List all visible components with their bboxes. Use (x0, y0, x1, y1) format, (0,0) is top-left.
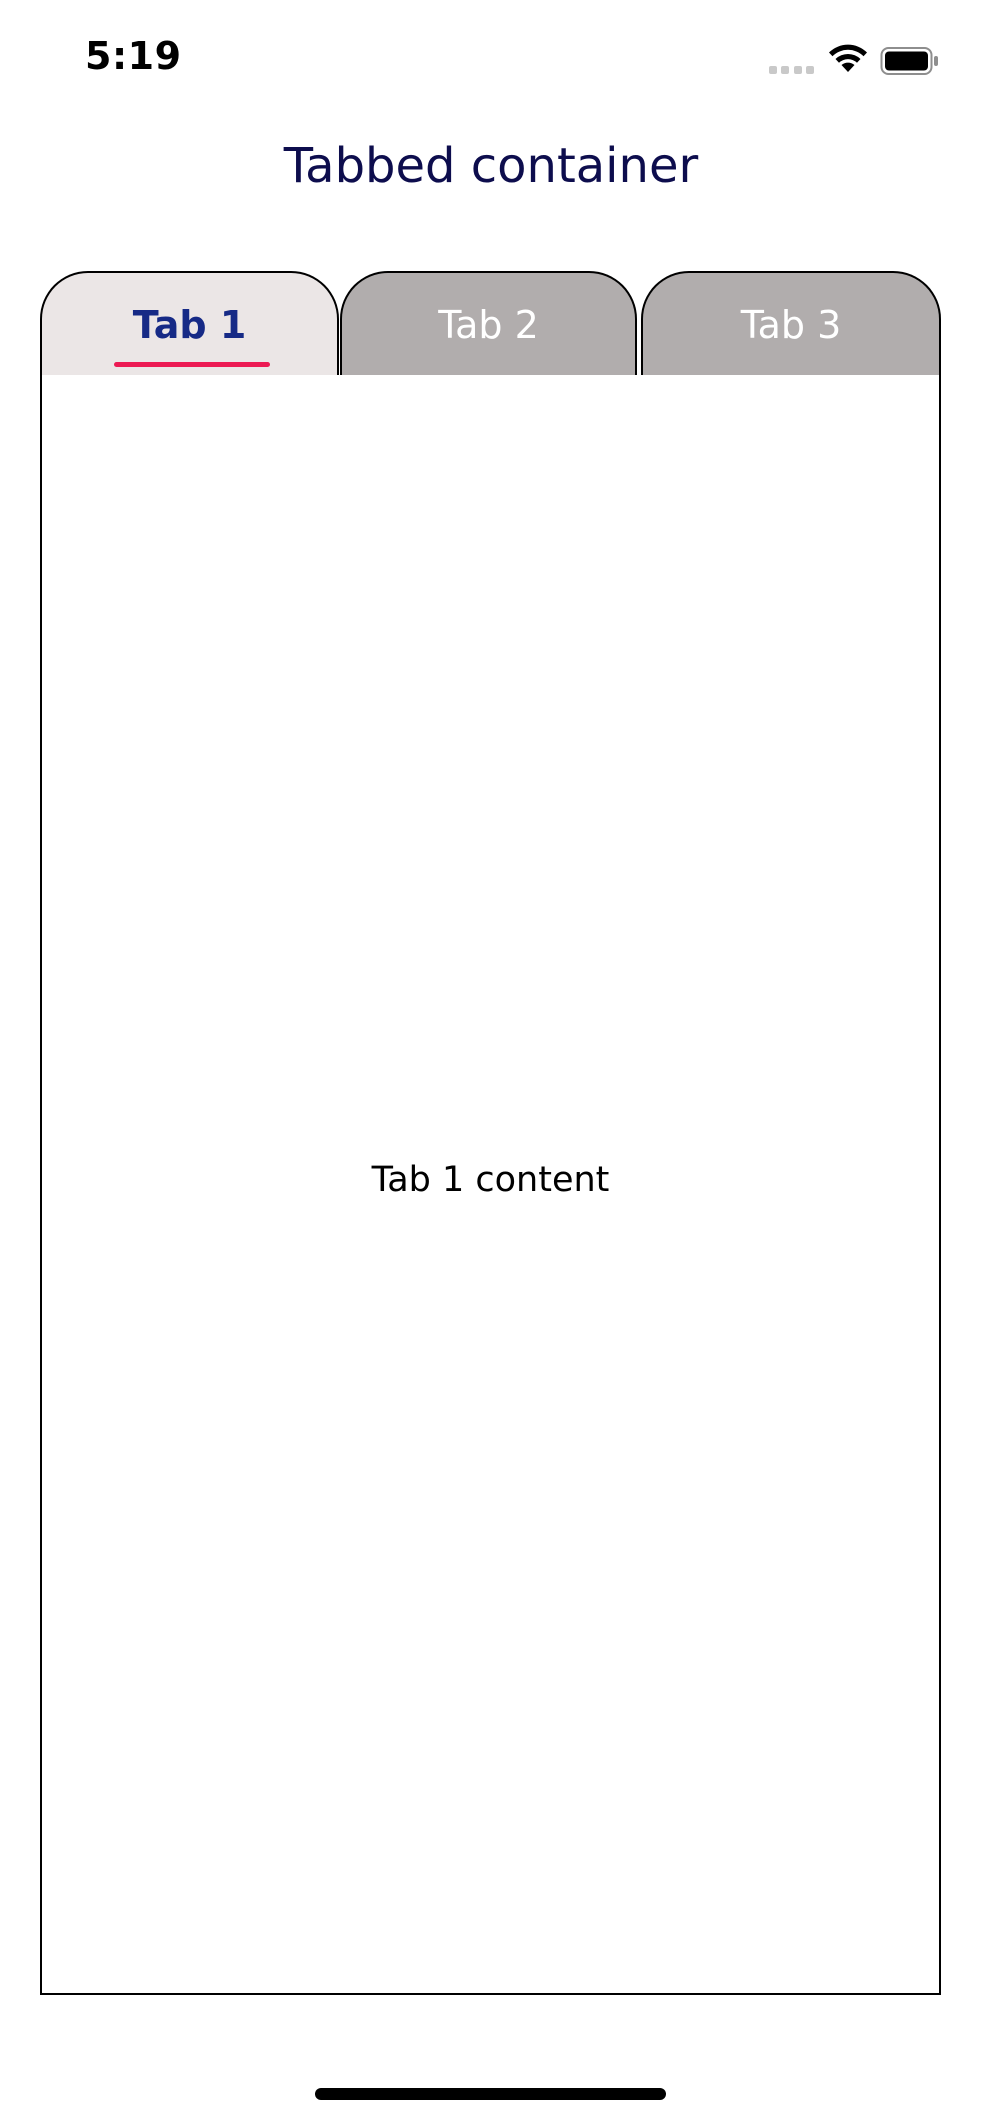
tab-content-text: Tab 1 content (371, 1160, 610, 1200)
tab-bar: Tab 1 Tab 2 Tab 3 (40, 271, 941, 376)
tab-3-label: Tab 3 (740, 303, 842, 347)
app-screen: 5:19 Tabbed container Tab 1 Tab 2 Tab 3 … (0, 0, 982, 2128)
tab-2-label: Tab 2 (438, 303, 539, 347)
wifi-icon (829, 44, 867, 72)
tab-1[interactable]: Tab 1 (40, 271, 339, 375)
tab-2[interactable]: Tab 2 (340, 271, 637, 375)
battery-icon (880, 47, 938, 75)
page-title: Tabbed container (283, 138, 699, 194)
status-time: 5:19 (85, 34, 182, 78)
active-tab-indicator (114, 362, 270, 367)
tab-1-label: Tab 1 (132, 303, 247, 347)
home-indicator[interactable] (315, 2088, 666, 2100)
tab-3[interactable]: Tab 3 (641, 271, 941, 375)
tab-content-panel: Tab 1 content (40, 375, 941, 1995)
cellular-signal-icon (769, 65, 814, 75)
